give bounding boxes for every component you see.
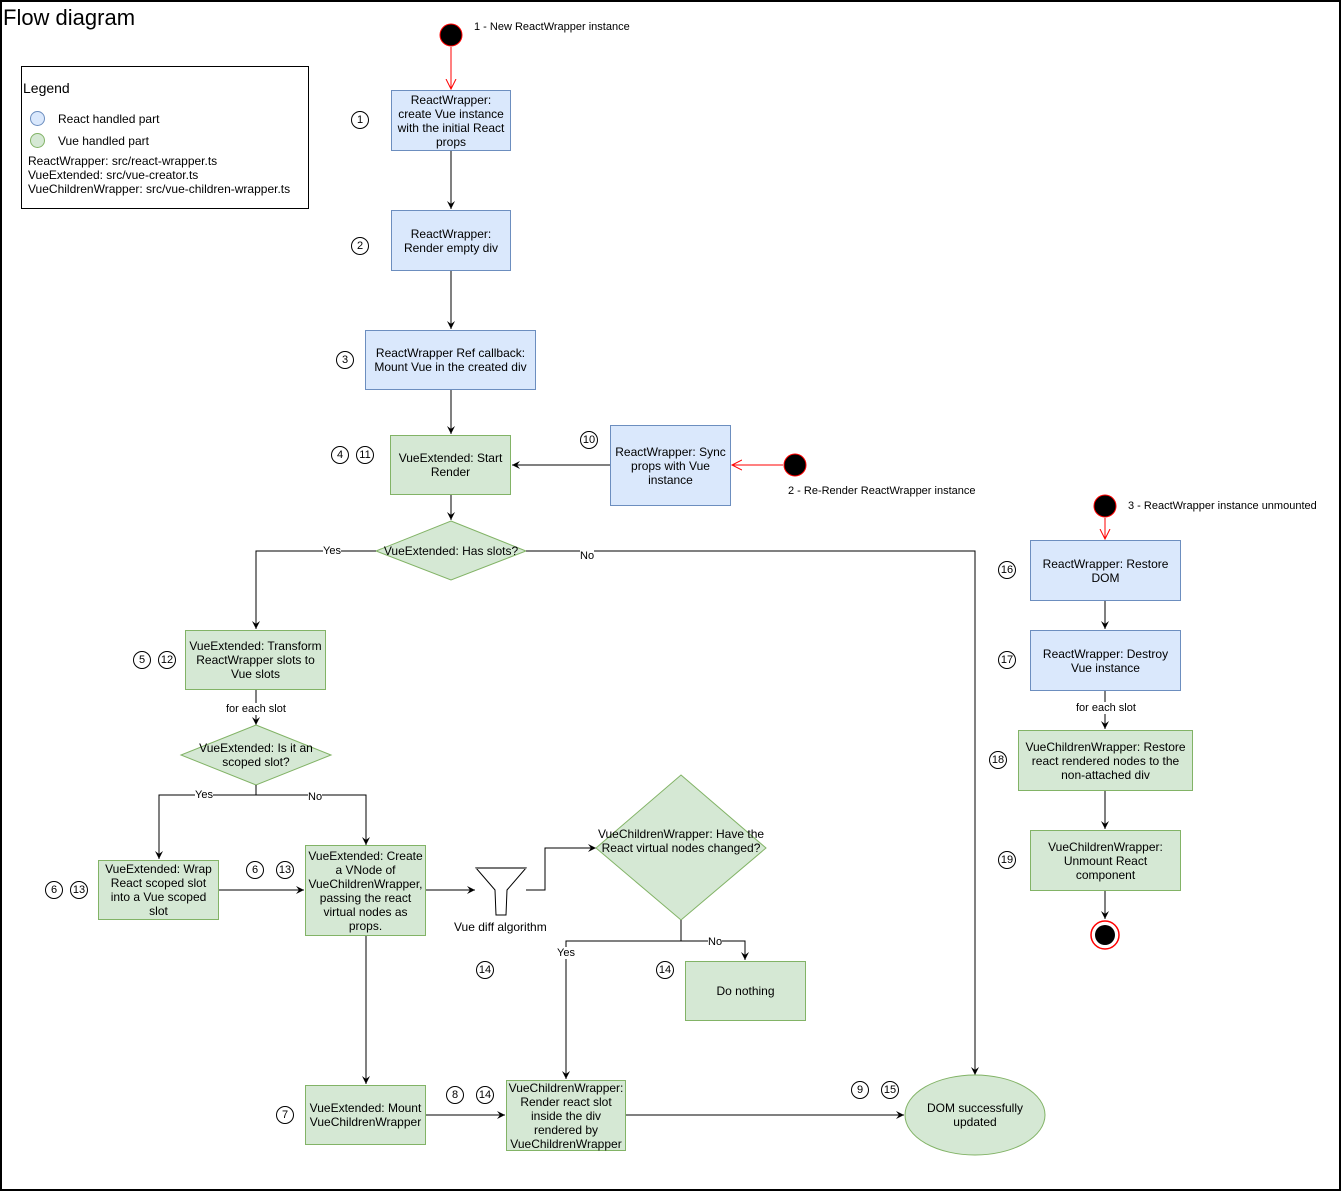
node-restore-nodes: VueChildrenWrapper: Restore react render… <box>1018 730 1193 791</box>
node-do-nothing: Do nothing <box>685 961 806 1021</box>
legend-file: VueExtended: src/vue-creator.ts <box>28 168 199 182</box>
step-badge: 14 <box>476 961 494 979</box>
end-event <box>1090 920 1120 950</box>
node-mount-children: VueExtended: Mount VueChildrenWrapper <box>305 1085 426 1145</box>
decision-scoped-slot-label: VueExtended: Is it an scoped slot? <box>199 741 313 769</box>
step-badge: 17 <box>998 651 1016 669</box>
edge-diff-to-changed <box>526 844 596 891</box>
edge-label-yes: Yes <box>557 947 575 959</box>
start-event-3 <box>1093 494 1117 518</box>
legend-file: ReactWrapper: src/react-wrapper.ts <box>28 154 218 168</box>
step-badge: 16 <box>998 561 1016 579</box>
start-event-2-label: 2 - Re-Render ReactWrapper instance <box>788 485 976 497</box>
step-badge: 14 <box>476 1086 494 1104</box>
edge-hasslots-yes <box>252 550 376 629</box>
legend-title: Legend <box>23 80 70 96</box>
step-badge: 7 <box>276 1106 294 1124</box>
step-badge: 15 <box>881 1081 899 1099</box>
edge-label-for-each-slot: for each slot <box>226 703 286 715</box>
node-sync-props: ReactWrapper: Sync props with Vue instan… <box>610 425 731 506</box>
start-event-3-label: 3 - ReactWrapper instance unmounted <box>1128 500 1317 512</box>
node-restore-dom: ReactWrapper: Restore DOM <box>1030 540 1181 601</box>
step-badge: 14 <box>656 961 674 979</box>
legend-files: ReactWrapper: src/react-wrapper.ts VueEx… <box>28 154 290 196</box>
step-badge: 8 <box>446 1086 464 1104</box>
legend-item-label: Vue handled part <box>58 133 149 148</box>
edge-label-yes: Yes <box>195 789 213 801</box>
edge-label-yes: Yes <box>323 545 341 557</box>
node-unmount-react: VueChildrenWrapper: Unmount React compon… <box>1030 830 1181 891</box>
step-badge: 19 <box>998 851 1016 869</box>
step-badge: 13 <box>70 881 88 899</box>
start-event-2 <box>783 453 807 477</box>
step-badge: 6 <box>45 881 63 899</box>
diff-algorithm-label: Vue diff algorithm <box>454 920 547 934</box>
node-render-div: ReactWrapper: Render empty div <box>391 210 511 271</box>
step-badge: 12 <box>158 651 176 669</box>
legend-item-react: React handled part <box>30 111 159 126</box>
decision-has-slots-label: VueExtended: Has slots? <box>383 544 519 558</box>
node-transform-slots: VueExtended: Transform ReactWrapper slot… <box>185 630 326 690</box>
edge-label-for-each-slot: for each slot <box>1076 702 1136 714</box>
legend-item-label: React handled part <box>58 111 160 126</box>
node-destroy-vue: ReactWrapper: Destroy Vue instance <box>1030 630 1181 691</box>
decision-nodes-changed-label: VueChildrenWrapper: Have the React virtu… <box>597 827 765 855</box>
legend: Legend React handled part Vue handled pa… <box>21 66 309 209</box>
step-badge: 3 <box>336 351 354 369</box>
node-ref-callback: ReactWrapper Ref callback: Mount Vue in … <box>365 330 536 390</box>
vue-swatch-icon <box>30 133 45 148</box>
edge-changed-split <box>562 920 682 1079</box>
node-wrap-scoped: VueExtended: Wrap React scoped slot into… <box>98 860 219 920</box>
step-badge: 13 <box>276 861 294 879</box>
step-badge: 5 <box>133 651 151 669</box>
step-badge: 2 <box>351 237 369 255</box>
node-dom-updated: DOM successfully updated <box>926 1101 1024 1129</box>
step-badge: 4 <box>331 446 349 464</box>
step-badge: 18 <box>989 751 1007 769</box>
start-event-1-label: 1 - New ReactWrapper instance <box>474 21 630 33</box>
funnel-icon <box>474 867 528 916</box>
legend-item-vue: Vue handled part <box>30 133 149 148</box>
legend-file: VueChildrenWrapper: src/vue-children-wra… <box>28 182 291 196</box>
step-badge: 11 <box>356 446 374 464</box>
start-event-1 <box>439 23 463 47</box>
step-badge: 10 <box>580 431 598 449</box>
step-badge: 6 <box>246 861 264 879</box>
step-badge: 1 <box>351 111 369 129</box>
step-badge: 9 <box>851 1081 869 1099</box>
node-render-slot: VueChildrenWrapper: Render react slot in… <box>506 1080 626 1151</box>
node-start-render: VueExtended: Start Render <box>390 435 511 495</box>
node-create-vnode: VueExtended: Create a VNode of VueChildr… <box>305 845 426 936</box>
edge-label-no: No <box>580 550 595 562</box>
page-title: Flow diagram <box>3 5 136 30</box>
react-swatch-icon <box>30 111 45 126</box>
edge-label-no: No <box>708 936 723 948</box>
edge-label-no: No <box>308 791 323 803</box>
node-create-vue: ReactWrapper: create Vue instance with t… <box>391 90 511 151</box>
